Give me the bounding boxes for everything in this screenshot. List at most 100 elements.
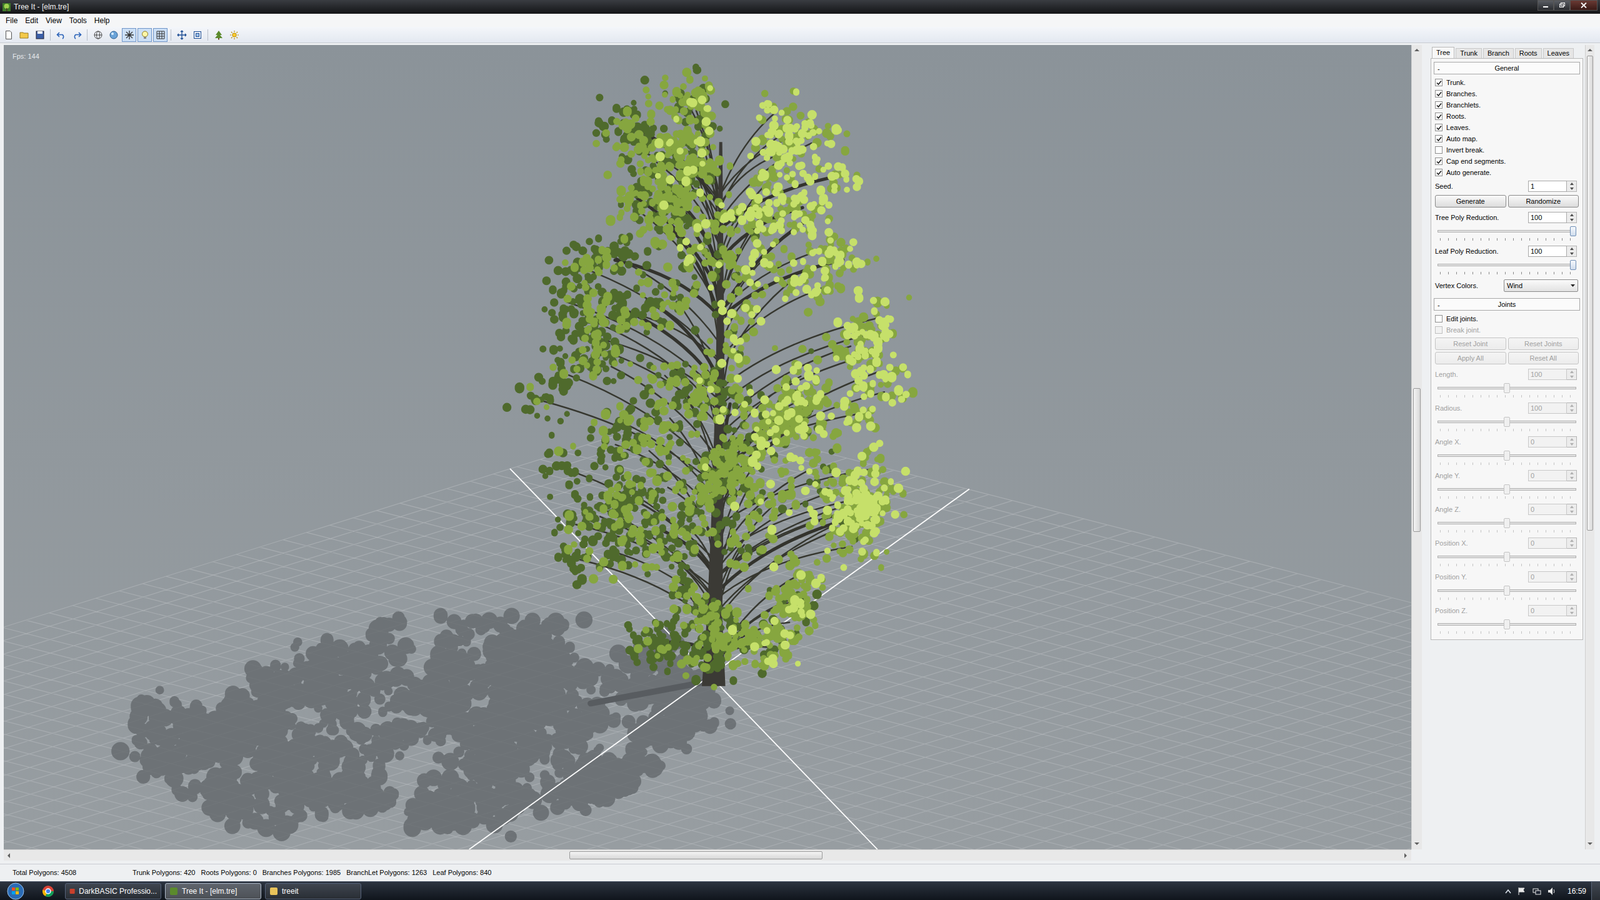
checkbox[interactable] [1435,112,1443,120]
spin-up[interactable] [1566,212,1577,218]
scroll-down-button[interactable] [1585,838,1595,850]
spin-down[interactable] [1566,610,1577,616]
slider-track[interactable] [1437,516,1577,530]
number-input[interactable]: 0 [1528,503,1567,516]
number-input[interactable]: 0 [1528,605,1567,617]
push-button[interactable]: Reset All [1508,351,1580,365]
scroll-up-button[interactable] [1585,45,1595,56]
slider-track[interactable] [1437,448,1577,463]
toolbar-button[interactable] [69,28,84,42]
number-field[interactable]: 0 [1528,537,1577,550]
close-button[interactable] [1570,0,1598,11]
spin-down[interactable] [1566,408,1577,414]
number-field[interactable]: 100 [1528,368,1577,381]
taskbar-button[interactable]: Tree It - [elm.tre] [165,883,262,900]
spin-down[interactable] [1566,543,1577,549]
spin-down[interactable] [1566,509,1577,515]
slider-thumb[interactable] [1503,383,1510,394]
slider-track[interactable] [1437,583,1577,598]
menu-item[interactable]: File [1,14,22,27]
toolbar-button[interactable] [32,28,47,42]
panel-scrollbar[interactable] [1585,45,1595,850]
taskbar-button[interactable]: DarkBASIC Professio... [65,883,162,900]
slider-track[interactable] [1437,617,1577,632]
scroll-thumb[interactable] [569,851,823,860]
tray-expand-icon[interactable] [1505,888,1512,894]
number-field[interactable]: 0 [1528,571,1577,584]
number-input[interactable]: 100 [1528,245,1567,258]
spin-up[interactable] [1566,571,1577,577]
flag-icon[interactable] [1517,886,1527,896]
spin-buttons[interactable] [1566,537,1577,549]
number-field[interactable]: 0 [1528,605,1577,617]
checkbox[interactable] [1435,78,1443,87]
panel-tab[interactable]: Trunk [1455,48,1482,59]
checkbox-row[interactable]: Roots. [1433,110,1580,122]
toolbar-button[interactable] [137,28,152,42]
spin-down[interactable] [1566,374,1577,380]
toolbar-button[interactable] [153,28,168,42]
network-icon[interactable] [1532,886,1542,896]
slider-track[interactable] [1437,415,1577,429]
panel-tab[interactable]: Branch [1483,48,1514,59]
slider-thumb[interactable] [1570,260,1577,270]
number-input[interactable]: 100 [1528,211,1567,224]
slider-track[interactable] [1437,258,1577,272]
number-input[interactable]: 0 [1528,436,1567,449]
spin-up[interactable] [1566,403,1577,409]
collapse-toggle[interactable]: - [1437,63,1440,75]
checkbox[interactable] [1435,326,1443,334]
spin-up[interactable] [1566,504,1577,510]
spin-up[interactable] [1566,436,1577,442]
toolbar-button[interactable] [16,28,32,42]
checkbox[interactable] [1435,123,1443,132]
spin-down[interactable] [1566,441,1577,447]
checkbox-row[interactable]: Branches. [1433,88,1580,100]
horizontal-scrollbar[interactable] [3,849,1412,861]
number-field[interactable]: 0 [1528,436,1577,449]
slider-track[interactable] [1437,224,1577,239]
slider-thumb[interactable] [1503,518,1510,529]
vertical-scrollbar[interactable] [1411,45,1422,850]
scroll-right-button[interactable] [1400,850,1412,861]
menu-item[interactable]: Help [90,14,114,27]
toolbar-button[interactable] [90,28,105,42]
scene[interactable] [3,45,1412,850]
volume-icon[interactable] [1547,886,1557,896]
panel-tab[interactable]: Leaves [1543,48,1574,59]
slider-thumb[interactable] [1503,585,1510,596]
number-input[interactable]: 1 [1528,180,1567,193]
toolbar-button[interactable] [121,28,137,42]
spin-up[interactable] [1566,246,1577,252]
number-input[interactable]: 0 [1528,537,1567,550]
toolbar-button[interactable] [190,28,205,42]
slider-track[interactable] [1437,381,1577,395]
push-button[interactable]: Reset Joint [1435,337,1507,350]
checkbox-row[interactable]: Branchlets. [1433,99,1580,111]
dropdown[interactable]: Wind [1503,279,1579,292]
panel-tab[interactable]: Roots [1515,48,1542,59]
toolbar-button[interactable] [174,28,189,42]
browser-launcher[interactable] [31,881,65,900]
checkbox[interactable] [1435,315,1443,323]
checkbox[interactable] [1435,135,1443,143]
section-header[interactable]: -General [1433,61,1580,75]
slider-thumb[interactable] [1503,416,1510,427]
checkbox[interactable] [1435,157,1443,165]
checkbox-row[interactable]: Edit joints. [1433,313,1580,325]
spin-up[interactable] [1566,538,1577,544]
checkbox[interactable] [1435,168,1443,177]
spin-buttons[interactable] [1566,436,1577,448]
number-field[interactable]: 1 [1528,180,1577,193]
show-desktop-button[interactable] [1591,881,1600,900]
spin-down[interactable] [1566,251,1577,257]
menu-item[interactable]: Edit [21,14,42,27]
spin-buttons[interactable] [1566,211,1577,224]
number-field[interactable]: 100 [1528,402,1577,415]
scroll-thumb[interactable] [1413,388,1421,532]
push-button[interactable]: Reset Joints [1508,337,1580,350]
number-field[interactable]: 0 [1528,503,1577,516]
collapse-toggle[interactable]: - [1437,300,1440,311]
spin-down[interactable] [1566,186,1577,192]
slider-track[interactable] [1437,550,1577,564]
